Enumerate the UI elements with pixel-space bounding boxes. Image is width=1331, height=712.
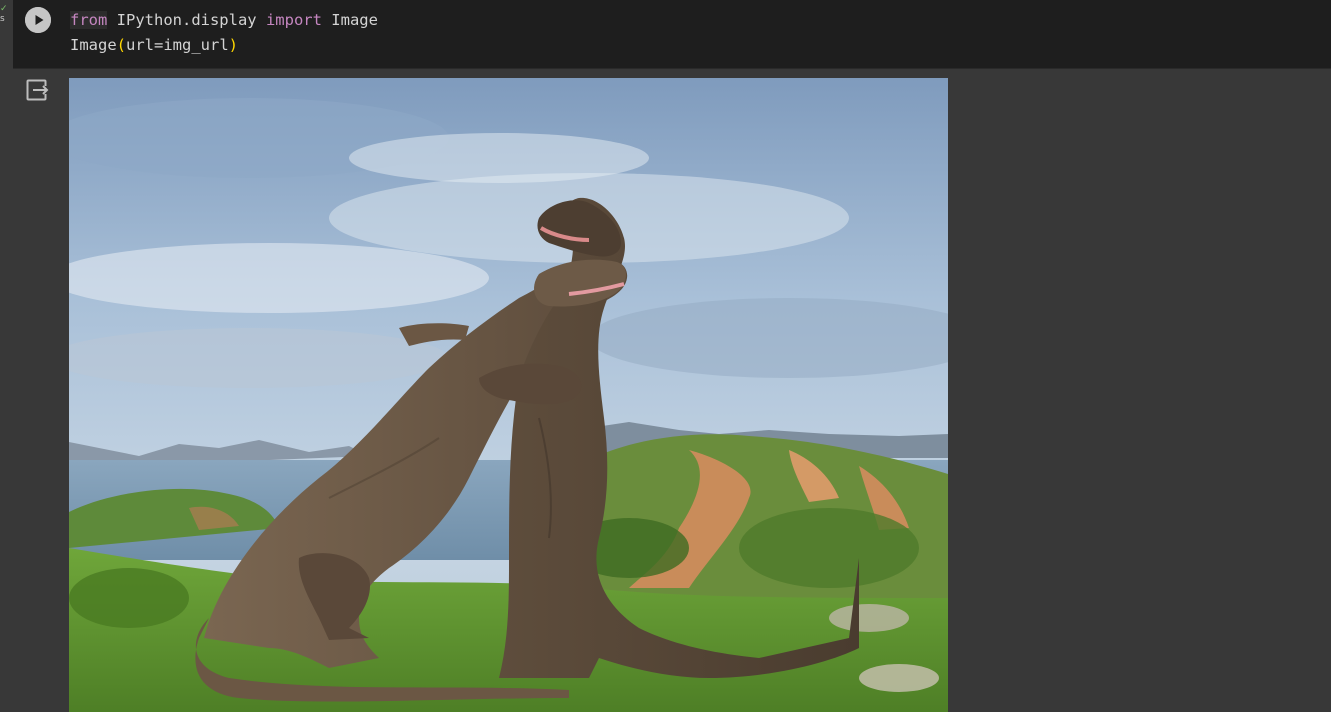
- code-editor[interactable]: from IPython.display import Image Image(u…: [70, 8, 378, 58]
- code-line: from IPython.display import Image: [70, 8, 378, 33]
- execution-status: ✓ s: [0, 4, 10, 24]
- run-cell-button[interactable]: [25, 7, 51, 33]
- code-token: from: [70, 11, 108, 29]
- cell-gutter: ✓ s: [0, 0, 13, 712]
- code-token: url=img_url: [126, 36, 229, 54]
- code-token: IPython.display: [107, 11, 266, 29]
- check-icon: ✓: [0, 4, 8, 14]
- code-token: Image: [321, 11, 378, 29]
- code-line: Image(url=img_url): [70, 33, 378, 58]
- code-token: import: [265, 11, 322, 29]
- code-token: Image: [70, 36, 117, 54]
- execution-status-text: s: [0, 14, 5, 24]
- code-token: ): [228, 36, 239, 54]
- output-image: [69, 78, 948, 712]
- notebook-page: ✓ s from IPython.display import Image Ima…: [0, 0, 1331, 712]
- code-cell[interactable]: from IPython.display import Image Image(u…: [13, 0, 1331, 69]
- output-toggle-icon[interactable]: [26, 78, 50, 102]
- code-token: (: [116, 36, 127, 54]
- play-icon: [25, 7, 51, 33]
